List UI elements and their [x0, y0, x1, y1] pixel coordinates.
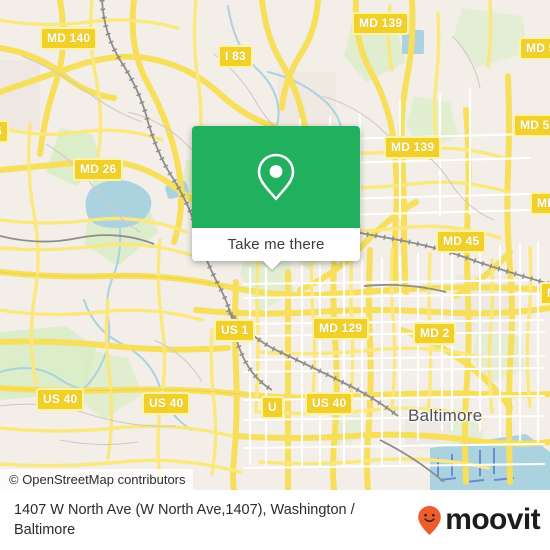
- road-shield: U: [261, 396, 284, 419]
- place-label-baltimore: Baltimore: [408, 406, 483, 425]
- road-shield: MD 139: [384, 136, 442, 159]
- road-shield: US 40: [305, 392, 354, 415]
- road-shield: I 83: [218, 45, 253, 68]
- moovit-wordmark: moovit: [445, 503, 540, 536]
- moovit-smiling-pin-icon: [418, 505, 442, 535]
- address-title: 1407 W North Ave (W North Ave,1407), Was…: [14, 502, 355, 538]
- road-shield: MD 5: [519, 37, 550, 60]
- road-shield: US 40: [36, 388, 85, 411]
- popup-header: [192, 126, 360, 228]
- map-canvas[interactable]: .rd { fill:none; stroke:#f8e268; stroke-…: [0, 0, 550, 490]
- road-shield: US 40: [142, 392, 191, 415]
- road-shield: US 1: [214, 319, 256, 342]
- popup-pointer-tail: [262, 260, 282, 270]
- map-screen: .rd { fill:none; stroke:#f8e268; stroke-…: [0, 0, 550, 550]
- popup-action[interactable]: Take me there: [192, 228, 360, 270]
- map-attribution[interactable]: © OpenStreetMap contributors: [0, 469, 193, 490]
- road-shield: MD 26: [73, 158, 124, 181]
- map-pin-icon: [257, 153, 295, 201]
- road-shield: MD 2: [413, 322, 457, 345]
- road-shield: MD 54: [513, 114, 550, 137]
- address-footer: 1407 W North Ave (W North Ave,1407), Was…: [0, 490, 550, 550]
- road-shield: MD 140: [40, 27, 98, 50]
- road-shield: MD: [540, 282, 550, 305]
- road-shield: MD 139: [352, 12, 410, 35]
- moovit-logo[interactable]: moovit: [417, 503, 541, 536]
- road-shield: MD: [530, 192, 550, 215]
- take-me-there-label: Take me there: [227, 236, 325, 253]
- road-shield: MD 129: [312, 317, 370, 340]
- location-popup-card[interactable]: Take me there: [192, 126, 360, 270]
- road-shield: 6: [0, 120, 9, 143]
- road-shield: MD 45: [436, 230, 487, 253]
